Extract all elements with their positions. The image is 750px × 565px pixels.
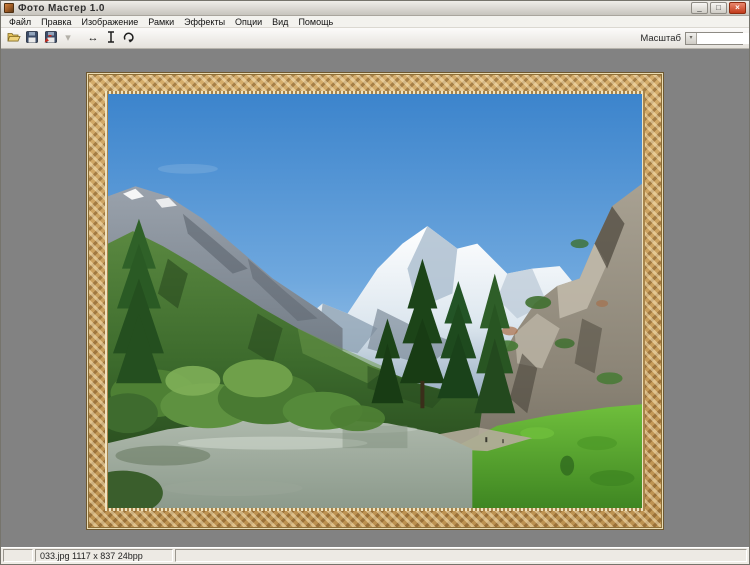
flip-horizontal-button[interactable]: ↔ (84, 30, 102, 47)
photo-frame[interactable] (87, 73, 663, 529)
canvas-area (1, 49, 749, 547)
window-title: Фото Мастер 1.0 (18, 2, 105, 14)
save-as-button[interactable] (41, 30, 59, 47)
menu-view[interactable]: Вид (267, 17, 293, 27)
menu-file[interactable]: Файл (4, 17, 36, 27)
flip-horizontal-icon: ↔ (87, 31, 99, 44)
menu-frames[interactable]: Рамки (143, 17, 179, 27)
menu-options[interactable]: Опции (230, 17, 267, 27)
zoom-control: ▾ (685, 31, 749, 45)
flip-vertical-button[interactable] (102, 30, 120, 47)
menu-image[interactable]: Изображение (77, 17, 144, 27)
app-icon (4, 3, 14, 13)
open-folder-icon (7, 31, 21, 46)
disabled-tool-icon: ▾ (65, 31, 71, 44)
flip-vertical-icon (106, 30, 116, 46)
frame-inner-bead (105, 91, 645, 511)
save-button[interactable] (23, 30, 41, 47)
menu-edit[interactable]: Правка (36, 17, 76, 27)
landscape-illustration (108, 94, 642, 508)
save-icon (26, 30, 38, 46)
maximize-button[interactable]: □ (710, 2, 727, 14)
status-file-info: 033.jpg 1117 x 837 24bpp (35, 549, 173, 562)
rotate-icon (123, 31, 135, 46)
window-controls: _ □ × (691, 2, 746, 14)
open-button[interactable] (5, 30, 23, 47)
extra-tool-button[interactable]: ▾ (59, 30, 77, 47)
menu-effects[interactable]: Эффекты (179, 17, 230, 27)
app-window: Фото Мастер 1.0 _ □ × Файл Правка Изобра… (0, 0, 750, 565)
title-bar: Фото Мастер 1.0 _ □ × (1, 1, 749, 16)
status-panel-left (3, 549, 33, 562)
status-panel-right (175, 549, 747, 562)
rotate-button[interactable] (120, 30, 138, 47)
close-button[interactable]: × (729, 2, 746, 14)
save-as-icon (44, 30, 57, 46)
minimize-button[interactable]: _ (691, 2, 708, 14)
toolbar: ▾ ↔ Масштаб ▾ (1, 28, 749, 49)
menu-bar: Файл Правка Изображение Рамки Эффекты Оп… (1, 16, 749, 28)
zoom-label: Масштаб (640, 32, 681, 44)
zoom-input[interactable] (697, 32, 749, 44)
menu-help[interactable]: Помощь (293, 17, 338, 27)
zoom-dropdown-button[interactable]: ▾ (686, 32, 697, 44)
landscape-photo[interactable] (108, 94, 642, 508)
status-bar: 033.jpg 1117 x 837 24bpp (1, 547, 749, 564)
